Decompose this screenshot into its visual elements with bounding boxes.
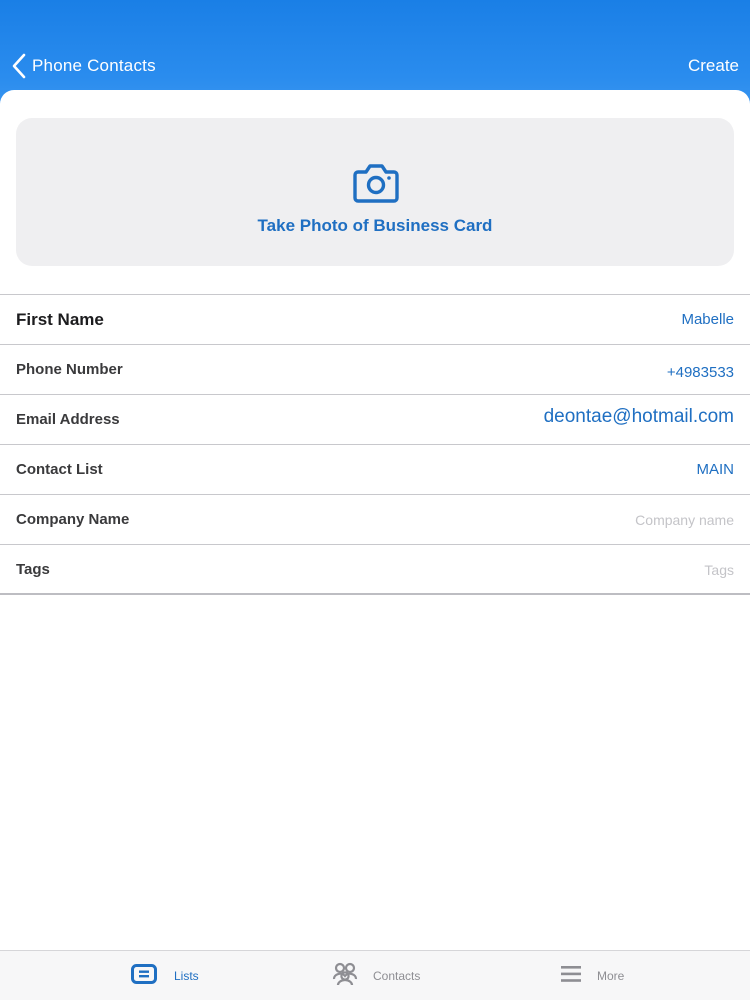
create-button[interactable]: Create: [688, 56, 739, 76]
list-card-icon: [131, 963, 157, 989]
tab-bar: Lists Contacts More: [0, 950, 750, 1000]
first-name-row[interactable]: First Name Mabelle: [0, 295, 750, 345]
tab-contacts[interactable]: Contacts: [332, 951, 420, 1000]
phone-number-row[interactable]: Phone Number +4983533: [0, 345, 750, 395]
contact-list-label: Contact List: [16, 461, 103, 478]
back-label: Phone Contacts: [32, 56, 156, 75]
take-photo-button[interactable]: Take Photo of Business Card: [16, 118, 734, 266]
contact-form: First Name Mabelle Phone Number +4983533…: [0, 294, 750, 595]
contact-list-row[interactable]: Contact List MAIN: [0, 445, 750, 495]
tags-row[interactable]: Tags Tags: [0, 545, 750, 595]
chevron-left-icon: [12, 53, 26, 79]
tags-field[interactable]: Tags: [704, 545, 734, 595]
first-name-field[interactable]: Mabelle: [681, 295, 734, 345]
tab-lists-label: Lists: [174, 969, 199, 983]
take-photo-label: Take Photo of Business Card: [257, 216, 493, 235]
menu-icon: [560, 965, 582, 988]
contact-list-value[interactable]: MAIN: [697, 445, 735, 495]
company-name-field[interactable]: Company name: [635, 495, 734, 545]
company-name-row[interactable]: Company Name Company name: [0, 495, 750, 545]
email-address-row[interactable]: Email Address deontae@hotmail.com: [0, 395, 750, 445]
camera-icon: [353, 162, 399, 204]
email-address-field[interactable]: deontae@hotmail.com: [544, 395, 734, 445]
contacts-group-icon: [332, 962, 358, 991]
form-sheet: Take Photo of Business Card First Name M…: [0, 90, 750, 950]
new-contact-screen: Phone Contacts Create Take Photo of Busi…: [0, 0, 750, 1000]
first-name-label: First Name: [16, 310, 104, 329]
phone-number-label: Phone Number: [16, 361, 123, 378]
tab-lists[interactable]: Lists: [131, 951, 199, 1000]
email-address-label: Email Address: [16, 411, 120, 428]
tab-more-label: More: [597, 969, 625, 983]
phone-number-field[interactable]: +4983533: [667, 345, 734, 395]
tab-contacts-label: Contacts: [373, 969, 421, 983]
tab-more[interactable]: More: [560, 951, 624, 1000]
company-name-label: Company Name: [16, 511, 130, 528]
tags-label: Tags: [16, 561, 50, 578]
back-button[interactable]: Phone Contacts: [12, 50, 156, 82]
